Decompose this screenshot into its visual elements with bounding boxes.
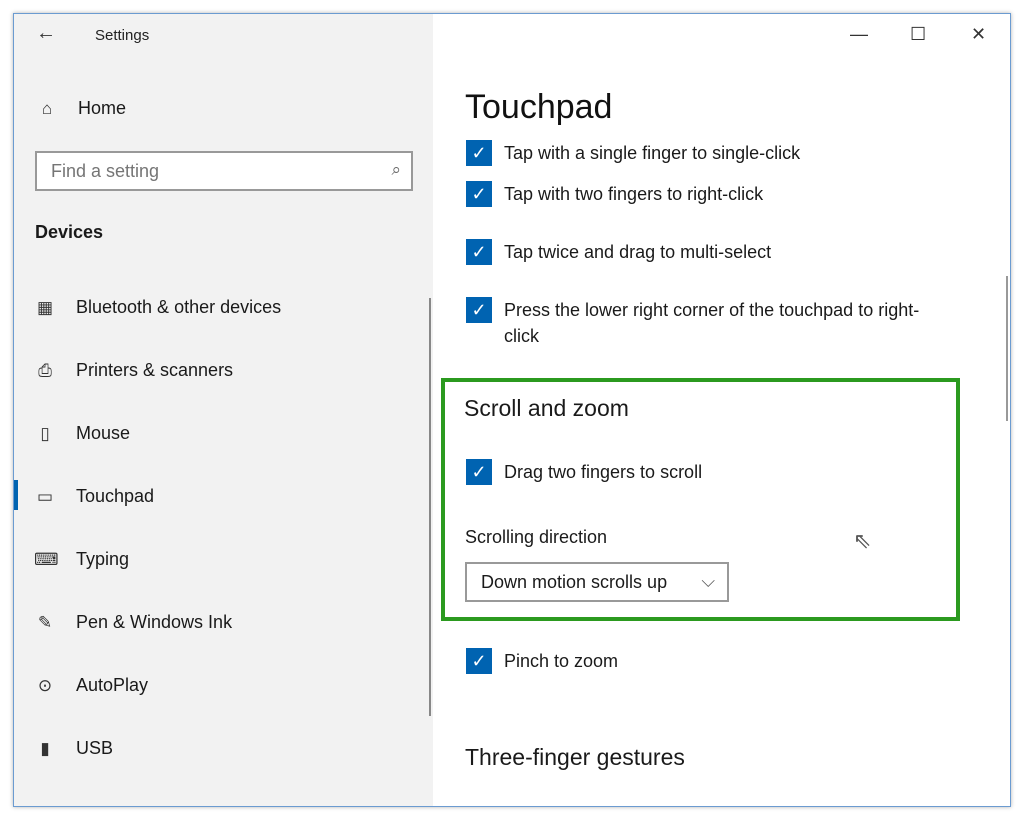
selection-indicator [14, 480, 18, 510]
section-heading: Devices [35, 222, 104, 242]
search-icon[interactable]: ⌕ [391, 160, 401, 180]
usb-icon: ▮ [40, 738, 50, 758]
checkbox-label: Drag two fingers to scroll [504, 462, 703, 482]
sidebar-item-autoplay[interactable]: ⊙ AutoPlay [34, 675, 148, 696]
sidebar-item-typing[interactable]: ⌨ Typing [34, 549, 129, 570]
search-input[interactable] [37, 153, 357, 189]
bluetooth-devices-icon: ▦ [36, 297, 54, 317]
mouse-icon: ▯ [40, 423, 50, 443]
sidebar-item-pen-windows-ink[interactable]: ✎ Pen & Windows Ink [34, 612, 232, 633]
window-title: Settings [95, 27, 150, 44]
scrolling-direction-dropdown[interactable]: Down motion scrolls up ⌵ [465, 562, 729, 602]
autoplay-icon: ⊙ [37, 675, 53, 695]
checkbox-corner-right-click[interactable]: ✓ Press the lower right corner of the tou… [466, 297, 946, 349]
checkmark-icon: ✓ [466, 181, 492, 207]
direction-label: Scrolling direction [465, 527, 608, 547]
home-label: Home [78, 98, 127, 118]
section-heading: Three-finger gestures [465, 744, 685, 770]
sidebar-item-usb[interactable]: ▮ USB [34, 738, 113, 759]
checkbox-label: Press the lower right corner of the touc… [504, 300, 920, 346]
checkbox-label: Pinch to zoom [504, 651, 619, 671]
minimize-button[interactable]: — [850, 24, 868, 45]
checkbox-two-finger-tap[interactable]: ✓ Tap with two fingers to right-click [466, 181, 763, 207]
touchpad-icon: ▭ [36, 486, 54, 506]
cursor-icon: ⇖ [853, 528, 872, 553]
sidebar-item-label: Printers & scanners [76, 360, 234, 380]
sidebar-item-label: Bluetooth & other devices [76, 297, 282, 317]
checkbox-pinch-zoom[interactable]: ✓ Pinch to zoom [466, 648, 618, 674]
sidebar: ← Settings ⌂ Home ⌕ Devices ▦ Bluetooth & … [14, 14, 433, 806]
close-button[interactable]: ✕ [971, 24, 986, 45]
checkbox-single-tap[interactable]: ✓ Tap with a single finger to single-clic… [466, 140, 800, 166]
search-box[interactable]: ⌕ [35, 151, 413, 191]
checkbox-label: Tap with two fingers to right-click [504, 184, 764, 204]
sidebar-item-label: Pen & Windows Ink [76, 612, 233, 632]
checkmark-icon: ✓ [466, 140, 492, 166]
content-pane: — ☐ ✕ Touchpad ✓ Tap with a single finger… [433, 14, 1010, 806]
keyboard-icon: ⌨ [34, 549, 59, 569]
back-button[interactable]: ← [36, 22, 56, 45]
checkbox-label: Tap with a single finger to single-click [504, 143, 801, 163]
checkmark-icon: ✓ [466, 239, 492, 265]
home-icon: ⌂ [41, 98, 53, 118]
sidebar-item-mouse[interactable]: ▯ Mouse [34, 423, 130, 444]
checkmark-icon: ✓ [466, 648, 492, 674]
printer-icon: ⎙ [38, 360, 52, 380]
pen-icon: ✎ [37, 612, 53, 632]
checkmark-icon: ✓ [466, 297, 492, 323]
page-title: Touchpad [465, 88, 613, 126]
sidebar-item-bluetooth-other-devices[interactable]: ▦ Bluetooth & other devices [34, 297, 281, 318]
sidebar-item-touchpad[interactable]: ▭ Touchpad [14, 480, 155, 510]
sidebar-item-label: USB [76, 738, 114, 758]
checkmark-icon: ✓ [466, 459, 492, 485]
checkbox-double-tap-drag[interactable]: ✓ Tap twice and drag to multi-select [466, 239, 771, 265]
maximize-button[interactable]: ☐ [910, 24, 926, 45]
checkbox-label: Tap twice and drag to multi-select [504, 242, 772, 262]
section-heading: Scroll and zoom [464, 395, 629, 421]
sidebar-item-label: Mouse [76, 423, 131, 443]
content-scrollbar[interactable] [1006, 276, 1008, 421]
sidebar-item-label: AutoPlay [76, 675, 149, 695]
sidebar-item-label: Typing [76, 549, 130, 569]
chevron-down-icon: ⌵ [701, 571, 715, 591]
sidebar-scrollbar[interactable] [429, 298, 431, 716]
checkbox-drag-scroll[interactable]: ✓ Drag two fingers to scroll [466, 459, 702, 485]
settings-window: ← Settings ⌂ Home ⌕ Devices ▦ Bluetooth & … [13, 13, 1011, 807]
dropdown-value: Down motion scrolls up [481, 571, 668, 592]
sidebar-home[interactable]: ⌂ Home [36, 98, 126, 119]
sidebar-item-printers-scanners[interactable]: ⎙ Printers & scanners [34, 360, 233, 381]
sidebar-item-label: Touchpad [76, 486, 155, 506]
